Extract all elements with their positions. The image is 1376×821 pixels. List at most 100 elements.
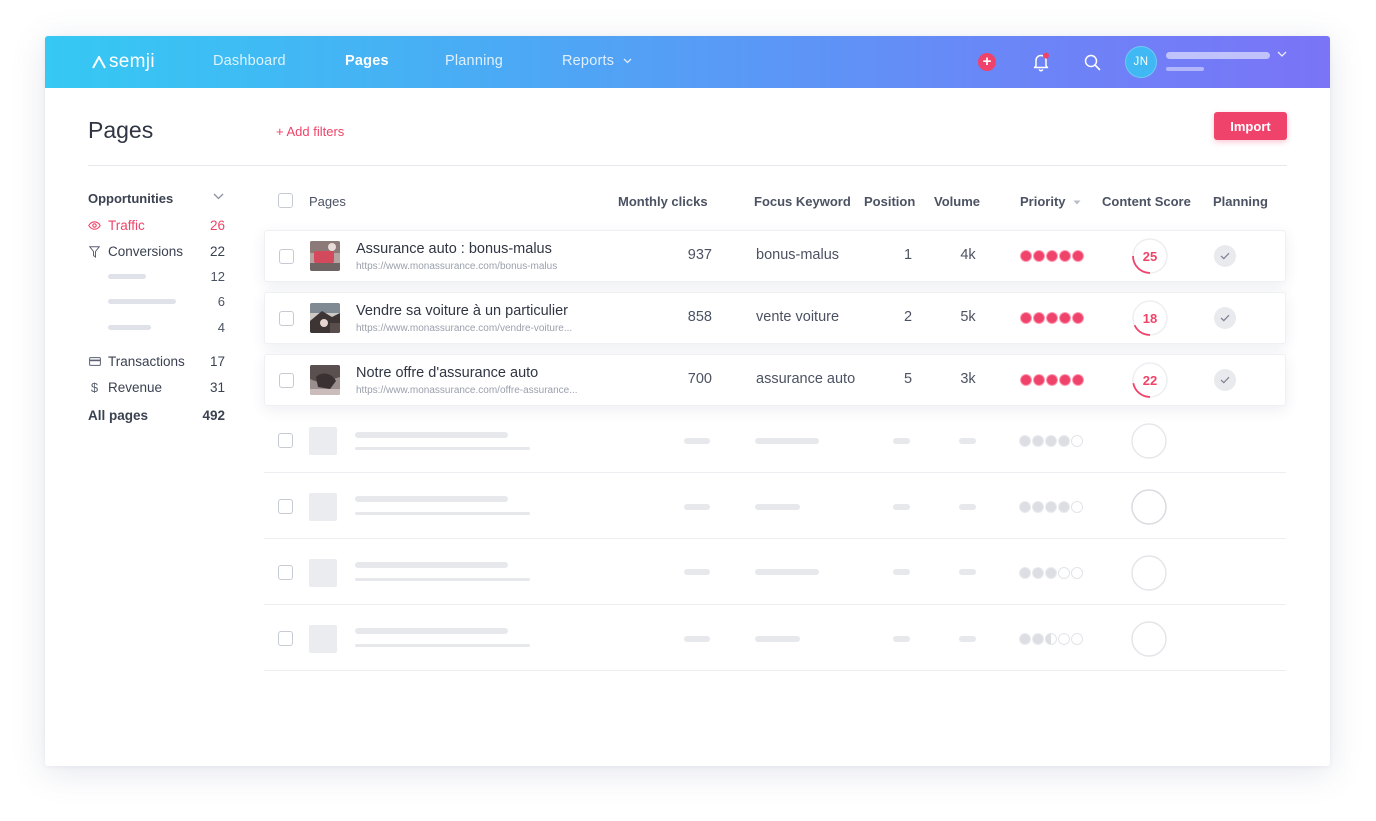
- sidebar-item-all-pages[interactable]: All pages 492: [88, 408, 225, 423]
- priority-dot-placeholder: [1071, 435, 1083, 447]
- chevron-down-icon: [623, 58, 632, 64]
- page-title-link[interactable]: Vendre sa voiture à un particulier: [356, 303, 568, 319]
- skeleton-row: [264, 407, 1286, 473]
- focus-keyword-value[interactable]: vente voiture: [756, 309, 839, 325]
- user-role-placeholder: [1166, 67, 1204, 71]
- sidebar-item-label: Revenue: [108, 380, 163, 395]
- skeleton-row: [264, 539, 1286, 605]
- opportunities-title[interactable]: Opportunities: [88, 191, 173, 206]
- planning-toggle[interactable]: [1214, 245, 1236, 267]
- planning-toggle[interactable]: [1214, 307, 1236, 329]
- nav-reports-label: Reports: [562, 53, 615, 69]
- priority-rating-placeholder: [1019, 567, 1084, 579]
- thumbnail-placeholder: [309, 427, 337, 455]
- url-placeholder: [355, 578, 530, 581]
- page-title-link[interactable]: Assurance auto : bonus-malus: [356, 241, 552, 257]
- sidebar-item-count: 22: [209, 244, 225, 259]
- nav-dashboard[interactable]: Dashboard: [213, 53, 286, 69]
- page-url: https://www.monassurance.com/bonus-malus: [356, 261, 558, 272]
- priority-dot: [1059, 374, 1071, 386]
- select-all-checkbox[interactable]: [278, 193, 293, 208]
- import-button[interactable]: Import: [1214, 112, 1287, 140]
- sidebar-item-transactions[interactable]: Transactions 17: [88, 353, 225, 371]
- skeleton-row: [264, 473, 1286, 539]
- logo-mark-icon: [92, 56, 106, 69]
- title-placeholder: [355, 496, 508, 502]
- priority-dot: [1059, 312, 1071, 324]
- notifications-button[interactable]: [1031, 52, 1051, 72]
- score-ring-placeholder: [1131, 621, 1167, 657]
- focus-keyword-value[interactable]: assurance auto: [756, 371, 855, 387]
- priority-dot: [1033, 250, 1045, 262]
- content-score-gauge[interactable]: 25: [1131, 237, 1169, 275]
- row-checkbox[interactable]: [279, 249, 294, 264]
- monthly-clicks-value: 937: [687, 247, 712, 263]
- volume-placeholder: [959, 569, 976, 575]
- column-header-planning[interactable]: Planning: [1213, 194, 1268, 209]
- plus-icon: +: [982, 53, 992, 70]
- position-value: 2: [903, 309, 913, 325]
- planning-toggle[interactable]: [1214, 369, 1236, 391]
- priority-dot-placeholder: [1032, 435, 1044, 447]
- title-placeholder: [355, 562, 508, 568]
- semji-logo[interactable]: semji: [92, 50, 155, 74]
- priority-dot-placeholder: [1019, 633, 1031, 645]
- priority-dot-placeholder: [1045, 567, 1057, 579]
- sidebar-subitem-count: 12: [210, 269, 225, 284]
- user-avatar[interactable]: JN: [1125, 46, 1157, 78]
- priority-dot: [1046, 374, 1058, 386]
- content-score-gauge[interactable]: 18: [1131, 299, 1169, 337]
- content-score-gauge[interactable]: 22: [1131, 361, 1169, 399]
- add-filters-link[interactable]: + Add filters: [276, 124, 344, 139]
- column-header-focus-keyword[interactable]: Focus Keyword: [754, 194, 851, 209]
- nav-planning[interactable]: Planning: [445, 53, 503, 69]
- priority-dot: [1020, 374, 1032, 386]
- table-row[interactable]: Notre offre d'assurance auto https://www…: [264, 354, 1286, 406]
- page-title-link[interactable]: Notre offre d'assurance auto: [356, 365, 538, 381]
- row-checkbox[interactable]: [278, 631, 293, 646]
- priority-dot-placeholder: [1032, 567, 1044, 579]
- check-icon: [1220, 252, 1230, 260]
- nav-pages[interactable]: Pages: [345, 53, 389, 69]
- priority-dot: [1046, 312, 1058, 324]
- sidebar-subitem-placeholder[interactable]: [108, 274, 146, 279]
- priority-dot: [1046, 250, 1058, 262]
- monthly-clicks-value: 858: [687, 309, 712, 325]
- keyword-placeholder: [755, 569, 819, 575]
- position-placeholder: [893, 636, 910, 642]
- row-checkbox[interactable]: [278, 499, 293, 514]
- column-header-position[interactable]: Position: [864, 194, 915, 209]
- row-checkbox[interactable]: [279, 311, 294, 326]
- priority-dot-placeholder: [1045, 633, 1057, 645]
- column-header-priority[interactable]: Priority: [1020, 194, 1081, 209]
- row-checkbox[interactable]: [279, 373, 294, 388]
- table-row[interactable]: Vendre sa voiture à un particulier https…: [264, 292, 1286, 344]
- user-menu-chevron-icon[interactable]: [1277, 51, 1287, 58]
- sidebar-item-traffic[interactable]: Traffic 26: [88, 217, 225, 235]
- search-button[interactable]: [1082, 52, 1102, 72]
- sidebar-item-conversions[interactable]: Conversions 22: [88, 243, 225, 261]
- chevron-down-icon[interactable]: [213, 193, 224, 200]
- nav-reports[interactable]: Reports: [562, 53, 632, 69]
- sidebar-item-revenue[interactable]: $ Revenue 31: [88, 379, 225, 397]
- sidebar-subitem-placeholder[interactable]: [108, 325, 151, 330]
- focus-keyword-value[interactable]: bonus-malus: [756, 247, 839, 263]
- column-header-content-score[interactable]: Content Score: [1102, 194, 1191, 209]
- priority-dot: [1020, 250, 1032, 262]
- column-header-volume[interactable]: Volume: [934, 194, 980, 209]
- priority-rating: [1020, 250, 1085, 262]
- row-checkbox[interactable]: [278, 433, 293, 448]
- add-button[interactable]: +: [978, 53, 996, 71]
- logo-text: semji: [109, 51, 155, 72]
- row-checkbox[interactable]: [278, 565, 293, 580]
- column-header-monthly-clicks[interactable]: Monthly clicks: [618, 194, 708, 209]
- position-value: 1: [903, 247, 913, 263]
- priority-dot-placeholder: [1058, 633, 1070, 645]
- keyword-placeholder: [755, 438, 819, 444]
- sidebar-subitem-placeholder[interactable]: [108, 299, 176, 304]
- score-ring-placeholder: [1131, 555, 1167, 591]
- check-icon: [1220, 376, 1230, 384]
- volume-value: 5k: [960, 309, 976, 325]
- sidebar-subitem-count: 4: [217, 320, 225, 335]
- table-row[interactable]: Assurance auto : bonus-malus https://www…: [264, 230, 1286, 282]
